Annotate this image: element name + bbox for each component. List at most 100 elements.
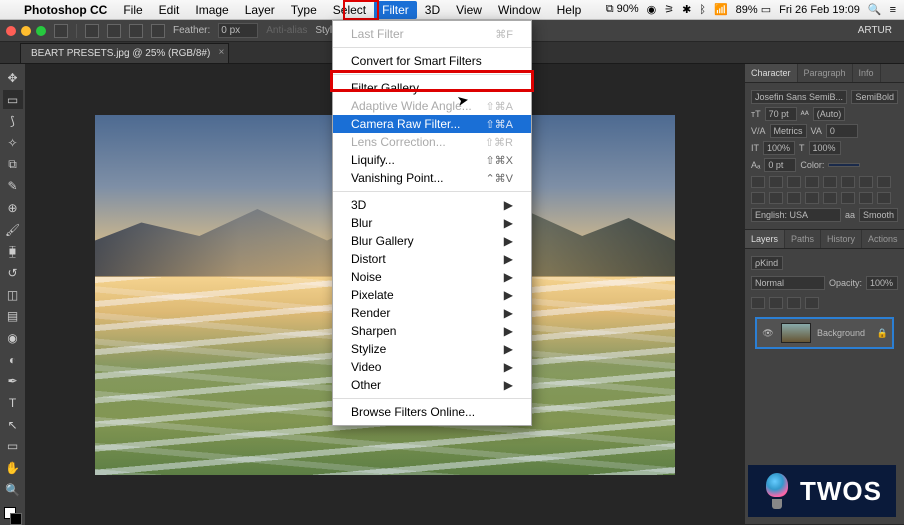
font-style-select[interactable]: SemiBold: [851, 90, 898, 104]
tracking-input[interactable]: 0: [826, 124, 858, 138]
menu-noise-submenu[interactable]: Noise▶: [333, 268, 531, 286]
tab-paths[interactable]: Paths: [785, 230, 821, 248]
layer-kind-filter[interactable]: ρKind: [751, 256, 783, 270]
dodge-tool[interactable]: ◐: [3, 350, 23, 370]
hand-tool[interactable]: ✋: [3, 458, 23, 478]
lasso-tool[interactable]: ⟆: [3, 111, 23, 131]
subscript-button[interactable]: [841, 176, 855, 188]
font-family-select[interactable]: Josefin Sans SemiB...: [751, 90, 847, 104]
leading-input[interactable]: (Auto): [813, 107, 846, 121]
italic-button[interactable]: [769, 176, 783, 188]
marquee-mode-icon[interactable]: [107, 24, 121, 38]
underline-button[interactable]: [859, 176, 873, 188]
menu-select[interactable]: Select: [325, 1, 374, 19]
allcaps-button[interactable]: [787, 176, 801, 188]
ot-2[interactable]: [769, 192, 783, 204]
menu-file[interactable]: File: [115, 1, 150, 19]
feather-input[interactable]: [218, 23, 258, 38]
marquee-mode2-icon[interactable]: [129, 24, 143, 38]
visibility-toggle-icon[interactable]: 👁: [761, 328, 775, 339]
move-tool[interactable]: ✥: [3, 68, 23, 88]
tab-actions[interactable]: Actions: [862, 230, 904, 248]
menu-image[interactable]: Image: [187, 1, 236, 19]
opacity-input[interactable]: 100%: [866, 276, 898, 290]
wifi-icon[interactable]: ⚞: [664, 3, 674, 16]
lock-position-icon[interactable]: [787, 297, 801, 309]
menu-stylize-submenu[interactable]: Stylize▶: [333, 340, 531, 358]
workspace-name[interactable]: ARTUR: [858, 25, 892, 36]
type-tool[interactable]: T: [3, 393, 23, 413]
tool-preset-icon[interactable]: [54, 24, 68, 38]
menu-sharpen-submenu[interactable]: Sharpen▶: [333, 322, 531, 340]
menu-liquify[interactable]: Liquify...⇧⌘X: [333, 151, 531, 169]
color-swatches[interactable]: [4, 507, 22, 525]
menu-3d[interactable]: 3D: [417, 1, 448, 19]
evernote-icon[interactable]: ✱: [682, 3, 691, 16]
stamp-tool[interactable]: ⧯: [3, 241, 23, 261]
close-tab-icon[interactable]: ×: [218, 47, 224, 58]
bluetooth-icon[interactable]: ᛒ: [699, 4, 706, 16]
menu-app[interactable]: Photoshop CC: [16, 1, 115, 19]
marquee-tool[interactable]: ▭: [3, 90, 23, 110]
menu-layer[interactable]: Layer: [237, 1, 283, 19]
language-select[interactable]: English: USA: [751, 208, 841, 222]
menu-type[interactable]: Type: [283, 1, 325, 19]
lock-transparent-icon[interactable]: [751, 297, 765, 309]
tab-layers[interactable]: Layers: [745, 230, 785, 248]
layer-background[interactable]: 👁 Background 🔒: [755, 317, 894, 349]
menu-3d-submenu[interactable]: 3D▶: [333, 196, 531, 214]
ot-4[interactable]: [805, 192, 819, 204]
menu-window[interactable]: Window: [490, 1, 549, 19]
clock[interactable]: Fri 26 Feb 19:09: [779, 4, 860, 16]
healing-tool[interactable]: ⊕: [3, 198, 23, 218]
menu-camera-raw-filter[interactable]: Camera Raw Filter...⇧⌘A: [333, 115, 531, 133]
kerning-select[interactable]: Metrics: [770, 124, 807, 138]
zoom-window-button[interactable]: [36, 26, 46, 36]
dropbox-icon[interactable]: ⧉ 90%: [606, 3, 639, 16]
menu-vanishing-point[interactable]: Vanishing Point...⌃⌘V: [333, 169, 531, 187]
history-brush-tool[interactable]: ↺: [3, 263, 23, 283]
bold-button[interactable]: [751, 176, 765, 188]
text-color-swatch[interactable]: [828, 163, 860, 167]
wifi-signal-icon[interactable]: 📶: [714, 3, 728, 16]
menu-distort-submenu[interactable]: Distort▶: [333, 250, 531, 268]
ot-6[interactable]: [841, 192, 855, 204]
menu-video-submenu[interactable]: Video▶: [333, 358, 531, 376]
close-window-button[interactable]: [6, 26, 16, 36]
marquee-icon[interactable]: [85, 24, 99, 38]
baseline-input[interactable]: 0 pt: [764, 158, 796, 172]
document-tab[interactable]: BEART PRESETS.jpg @ 25% (RGB/8#) ×: [20, 43, 229, 63]
menu-filter[interactable]: Filter: [374, 1, 417, 19]
blend-mode-select[interactable]: Normal: [751, 276, 825, 290]
aa-select[interactable]: Smooth: [859, 208, 898, 222]
menu-view[interactable]: View: [448, 1, 490, 19]
lock-pixels-icon[interactable]: [769, 297, 783, 309]
ot-1[interactable]: [751, 192, 765, 204]
hscale-input[interactable]: 100%: [809, 141, 841, 155]
lock-all-icon[interactable]: [805, 297, 819, 309]
shape-tool[interactable]: ▭: [3, 436, 23, 456]
menu-convert-smart[interactable]: Convert for Smart Filters: [333, 52, 531, 70]
menu-filter-gallery[interactable]: Filter Gallery...: [333, 79, 531, 97]
tab-character[interactable]: Character: [745, 64, 798, 82]
ot-5[interactable]: [823, 192, 837, 204]
menu-help[interactable]: Help: [549, 1, 590, 19]
menu-blur-gallery-submenu[interactable]: Blur Gallery▶: [333, 232, 531, 250]
ot-8[interactable]: [877, 192, 891, 204]
ot-7[interactable]: [859, 192, 873, 204]
menu-blur-submenu[interactable]: Blur▶: [333, 214, 531, 232]
vscale-input[interactable]: 100%: [763, 141, 795, 155]
menu-browse-filters-online[interactable]: Browse Filters Online...: [333, 403, 531, 421]
tab-paragraph[interactable]: Paragraph: [798, 64, 853, 82]
battery-status[interactable]: 89% ▭: [736, 3, 771, 16]
gradient-tool[interactable]: ▤: [3, 306, 23, 326]
layer-thumbnail[interactable]: [781, 323, 811, 343]
brush-tool[interactable]: 🖌: [3, 220, 23, 240]
smallcaps-button[interactable]: [805, 176, 819, 188]
menu-other-submenu[interactable]: Other▶: [333, 376, 531, 394]
notification-icon[interactable]: ≡: [890, 4, 896, 16]
cc-icon[interactable]: ◉: [647, 3, 657, 16]
menu-pixelate-submenu[interactable]: Pixelate▶: [333, 286, 531, 304]
eyedropper-tool[interactable]: ✎: [3, 176, 23, 196]
font-size-input[interactable]: 70 pt: [765, 107, 797, 121]
